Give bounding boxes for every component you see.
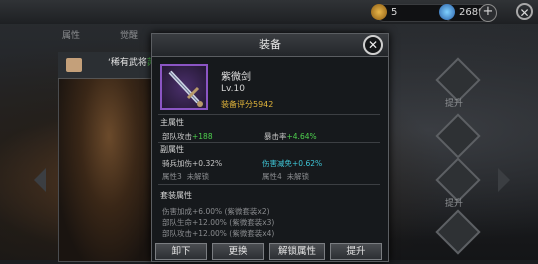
equipment-slot[interactable]: 提升 [428, 57, 481, 112]
set-attr-row: 部队生命+12.00% (紫微套装x3) [162, 218, 275, 227]
attr-label: 属性4 [262, 172, 282, 181]
attr-label: 骑兵加伤 [162, 159, 192, 168]
prev-arrow-icon[interactable] [34, 168, 46, 192]
unlock-attr-button[interactable]: 解锁属性 [269, 243, 325, 260]
divider [158, 142, 380, 143]
slot-label: 提升 [444, 99, 463, 109]
item-name: 紫微剑 [221, 72, 251, 83]
item-level: Lv.10 [221, 84, 245, 94]
main-attr-row: 部队攻击+188 [162, 131, 213, 142]
add-diamond-button[interactable]: + [479, 4, 497, 22]
sub-attr-row: 属性4 未解锁 [262, 171, 309, 182]
attr-value: +188 [192, 132, 213, 141]
attr-value: +0.62% [292, 159, 323, 168]
sub-attr-title: 副属性 [160, 145, 184, 154]
tab-awaken[interactable]: 觉醒 [120, 28, 138, 41]
sub-attr-row: 伤害减免+0.62% [262, 158, 322, 169]
hero-rarity: ‘稀有武将 [108, 58, 147, 68]
set-attr-row: 伤害加成+6.00% (紫微套装x2) [162, 207, 270, 216]
slot-diamond-icon [435, 113, 481, 159]
attr-value: +0.32% [192, 159, 223, 168]
next-arrow-icon[interactable] [498, 168, 510, 192]
set-attr-row: 部队攻击+12.00% (紫微套装x4) [162, 229, 275, 238]
attr-value: 未解锁 [286, 172, 310, 181]
diamond-icon [439, 4, 455, 20]
main-attr-row: 暴击率+4.64% [264, 131, 317, 142]
equipment-slot[interactable] [428, 209, 481, 264]
unequip-button[interactable]: 卸下 [155, 243, 207, 260]
gold-value: 5 [391, 7, 398, 18]
sub-attr-row: 属性3 未解锁 [162, 171, 209, 182]
attr-label: 伤害减免 [262, 159, 292, 168]
home-icon[interactable] [66, 58, 82, 72]
attr-label: 属性3 [162, 172, 182, 181]
upgrade-button[interactable]: 提升 [330, 243, 382, 260]
attr-label: 暴击率 [264, 132, 287, 141]
sub-attr-row: 骑兵加伤+0.32% [162, 158, 222, 169]
attr-value: +4.64% [286, 132, 317, 141]
score-value: 5942 [253, 100, 274, 109]
hero-portrait [58, 52, 160, 262]
top-resource-bar: 5 + 2689 + ✕ [0, 0, 538, 24]
divider [158, 114, 380, 115]
replace-button[interactable]: 更换 [212, 243, 264, 260]
set-attr-title: 套装属性 [160, 191, 192, 200]
slot-diamond-icon [435, 209, 481, 255]
tab-attributes[interactable]: 属性 [62, 28, 80, 41]
dialog-title: 装备 [152, 34, 388, 57]
slot-label: 提升 [444, 199, 463, 209]
main-attr-title: 主属性 [160, 118, 184, 127]
attr-value: 未解锁 [186, 172, 210, 181]
close-icon[interactable]: ✕ [516, 3, 533, 20]
gold-bag-icon [371, 4, 387, 20]
equipment-slot[interactable]: 提升 [428, 157, 481, 212]
divider [158, 184, 380, 185]
sword-icon [160, 64, 208, 110]
attr-label: 部队攻击 [162, 132, 192, 141]
score-label: 装备评分 [221, 100, 253, 109]
diamond-counter: 2689 + [439, 4, 497, 22]
dialog-close-button[interactable]: ✕ [363, 35, 383, 55]
item-score: 装备评分5942 [221, 99, 273, 110]
